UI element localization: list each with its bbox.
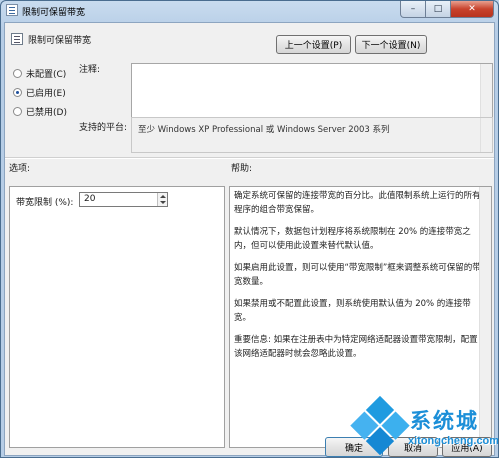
platform-label: 支持的平台:: [79, 123, 128, 133]
minimize-button[interactable]: –: [400, 1, 426, 18]
watermark-name: 系统城: [410, 409, 479, 433]
comment-scrollbar[interactable]: [480, 64, 492, 125]
maximize-icon: □: [433, 4, 443, 14]
windows-logo-icon: [349, 395, 411, 457]
help-paragraph: 默认情况下，数据包计划程序将系统限制在 20% 的连接带宽之内，但可以使用此设置…: [234, 227, 471, 251]
help-paragraph: 重要信息: 如果在注册表中为特定网络适配器设置带宽限制，配置该网络适配器时就会忽…: [234, 335, 478, 359]
stepper-down-icon[interactable]: [160, 201, 166, 204]
separator: [5, 157, 494, 159]
radio-label: 未配置(C): [26, 70, 67, 80]
comment-label: 注释:: [79, 65, 101, 75]
platform-value: 至少 Windows XP Professional 或 Windows Ser…: [138, 125, 390, 135]
stepper-arrows: [157, 193, 167, 206]
radio-label: 已启用(E): [26, 89, 66, 99]
caption-buttons: – □ ✕: [400, 1, 494, 19]
setting-icon: [11, 33, 23, 45]
policy-icon: [6, 4, 18, 16]
watermark-url: xitongcheng.com: [408, 435, 499, 447]
help-paragraph: 确定系统可保留的连接带宽的百分比。此值限制系统上运行的所有程序的组合带宽保留。: [234, 191, 481, 215]
close-icon: ✕: [468, 4, 476, 14]
radio-circle[interactable]: [13, 69, 22, 78]
radio-label: 已禁用(D): [26, 108, 67, 118]
maximize-button[interactable]: □: [426, 1, 451, 18]
bandwidth-limit-value[interactable]: 20: [84, 194, 95, 204]
help-paragraph: 如果启用此设置，则可以使用“带宽限制”框来调整系统可保留的带宽数量。: [234, 263, 481, 287]
title-bar[interactable]: 限制可保留带宽 – □ ✕: [1, 1, 498, 21]
stepper-up-icon[interactable]: [160, 195, 166, 198]
next-setting-button[interactable]: 下一个设置(N): [355, 35, 427, 54]
options-panel: 带宽限制 (%): 20: [9, 186, 225, 448]
radio-disabled[interactable]: 已禁用(D): [13, 105, 67, 118]
radio-circle[interactable]: [13, 107, 22, 116]
window-title: 限制可保留带宽: [22, 8, 86, 18]
dialog-body: 限制可保留带宽 上一个设置(P) 下一个设置(N) 未配置(C) 已启用(E) …: [4, 22, 495, 457]
bandwidth-limit-stepper[interactable]: 20: [79, 192, 168, 207]
minimize-icon: –: [410, 4, 416, 14]
site-watermark: 系统城 xitongcheng.com: [350, 395, 499, 457]
setting-title: 限制可保留带宽: [28, 36, 92, 46]
options-heading: 选项:: [9, 164, 31, 174]
platform-box: 至少 Windows XP Professional 或 Windows Ser…: [131, 117, 493, 153]
radio-enabled[interactable]: 已启用(E): [13, 86, 66, 99]
close-button[interactable]: ✕: [451, 1, 494, 18]
radio-circle-selected[interactable]: [13, 88, 22, 97]
help-heading: 帮助:: [231, 164, 253, 174]
previous-setting-button[interactable]: 上一个设置(P): [276, 35, 351, 54]
bandwidth-limit-label: 带宽限制 (%):: [16, 198, 74, 208]
policy-dialog-window: 限制可保留带宽 – □ ✕ 限制可保留带宽 上一个设置(P) 下一个设置(N) …: [0, 0, 499, 458]
radio-not-configured[interactable]: 未配置(C): [13, 67, 66, 80]
platform-scrollbar[interactable]: [480, 118, 492, 152]
help-paragraph: 如果禁用或不配置此设置，则系统使用默认值为 20% 的连接带宽。: [234, 299, 471, 323]
